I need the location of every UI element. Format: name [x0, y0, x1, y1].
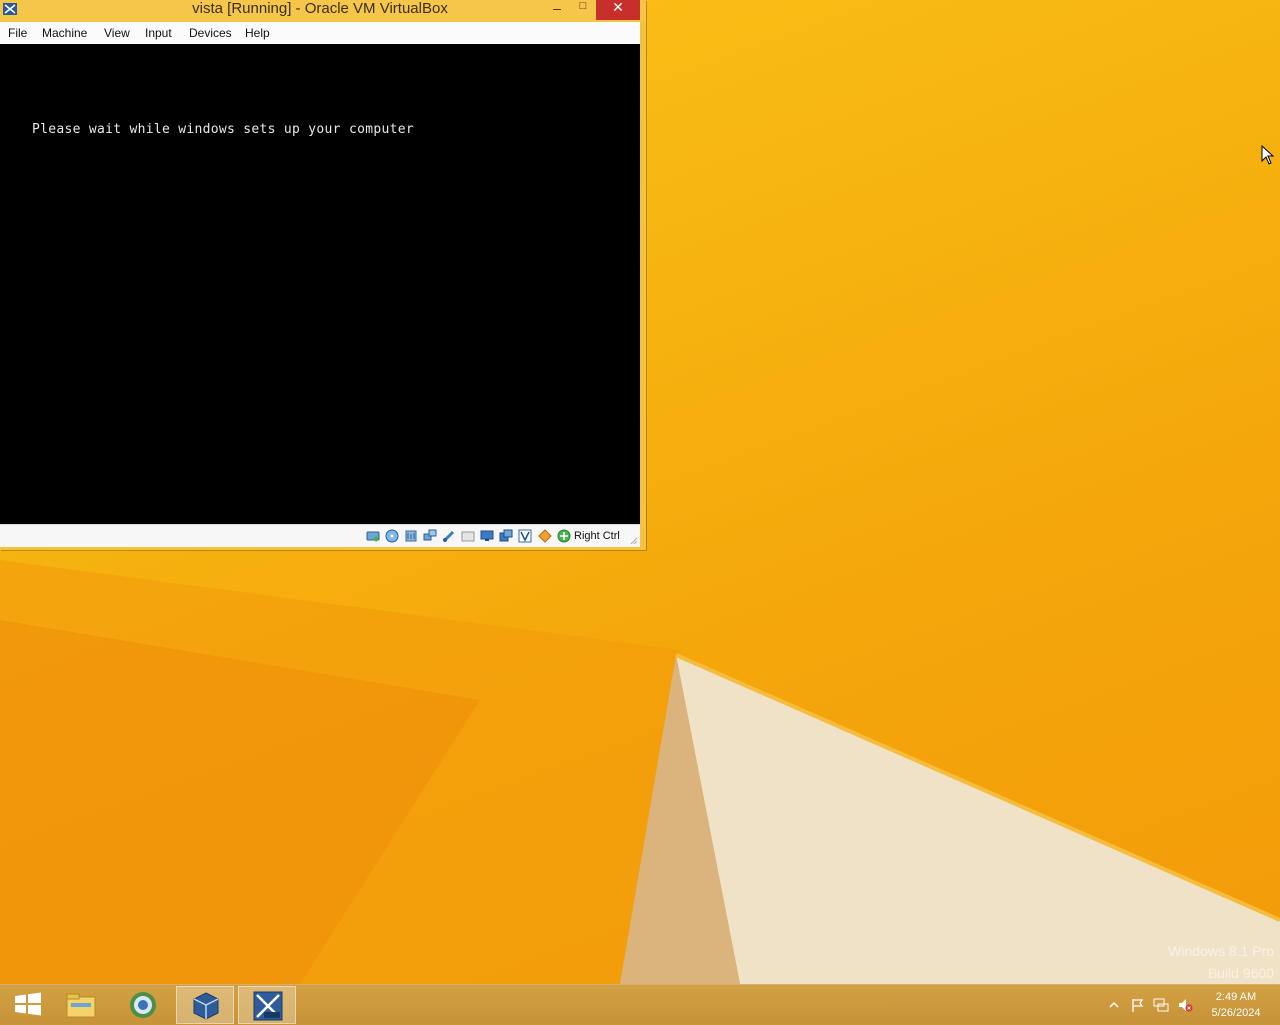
vista-vm-icon — [253, 991, 283, 1021]
virtualbox-cube-icon — [193, 992, 219, 1020]
os-build: Build 9600 — [1207, 965, 1274, 981]
virtualbox-manager-button[interactable] — [176, 986, 234, 1024]
browser-button[interactable] — [114, 986, 172, 1024]
network-tray-icon[interactable] — [1153, 997, 1169, 1013]
window-titlebar[interactable]: vista [Running] - Oracle VM VirtualBox –… — [0, 0, 646, 22]
menu-machine[interactable]: Machine — [42, 26, 87, 40]
menu-bar: File Machine View Input Devices Help — [0, 22, 640, 45]
menu-devices[interactable]: Devices — [189, 26, 232, 40]
volume-muted-icon[interactable] — [1177, 997, 1193, 1013]
virtualbox-window[interactable]: vista [Running] - Oracle VM VirtualBox –… — [0, 0, 646, 550]
shared-folders-icon[interactable] — [461, 529, 475, 543]
virtualization-icon[interactable] — [518, 529, 532, 543]
maximize-button[interactable]: □ — [570, 0, 596, 20]
video-capture-icon[interactable] — [499, 529, 513, 543]
menu-help[interactable]: Help — [245, 26, 270, 40]
host-key-label: Right Ctrl — [574, 530, 620, 542]
os-watermark: Windows 8.1 Pro Build 9600 — [1168, 940, 1274, 984]
resize-grip[interactable] — [628, 535, 638, 545]
mouse-cursor-icon — [1261, 145, 1275, 165]
globe-icon — [130, 992, 156, 1018]
vm-display[interactable]: Please wait while windows sets up your c… — [0, 44, 640, 524]
vm-setup-message: Please wait while windows sets up your c… — [32, 122, 414, 137]
network-icon[interactable] — [423, 529, 437, 543]
folder-icon — [66, 993, 96, 1018]
windows-logo-icon — [15, 992, 41, 1016]
audio-icon[interactable] — [404, 529, 418, 543]
keyboard-capture-icon[interactable] — [557, 529, 571, 543]
optical-drive-icon[interactable] — [385, 529, 399, 543]
close-button[interactable]: ✕ — [596, 0, 640, 20]
taskbar-clock[interactable]: 2:49 AM 5/26/2024 — [1198, 989, 1274, 1021]
status-bar: Right Ctrl — [0, 524, 640, 547]
taskbar: 2:49 AM 5/26/2024 — [0, 984, 1280, 1025]
file-explorer-button[interactable] — [52, 986, 110, 1024]
hard-disk-icon[interactable] — [366, 529, 380, 543]
vista-vm-taskbar-button[interactable] — [238, 986, 296, 1024]
action-center-flag-icon[interactable] — [1130, 997, 1146, 1013]
clock-time: 2:49 AM — [1215, 991, 1257, 1003]
usb-icon[interactable] — [442, 529, 456, 543]
minimize-button[interactable]: – — [544, 0, 570, 20]
display-icon[interactable] — [480, 529, 494, 543]
start-button[interactable] — [0, 986, 58, 1024]
os-edition: Windows 8.1 Pro — [1168, 943, 1274, 959]
mouse-integration-icon[interactable] — [538, 529, 552, 543]
menu-view[interactable]: View — [104, 26, 130, 40]
show-hidden-icons-chevron-icon[interactable] — [1106, 997, 1122, 1013]
menu-input[interactable]: Input — [145, 26, 172, 40]
clock-date: 5/26/2024 — [1211, 1007, 1261, 1019]
menu-file[interactable]: File — [8, 26, 27, 40]
